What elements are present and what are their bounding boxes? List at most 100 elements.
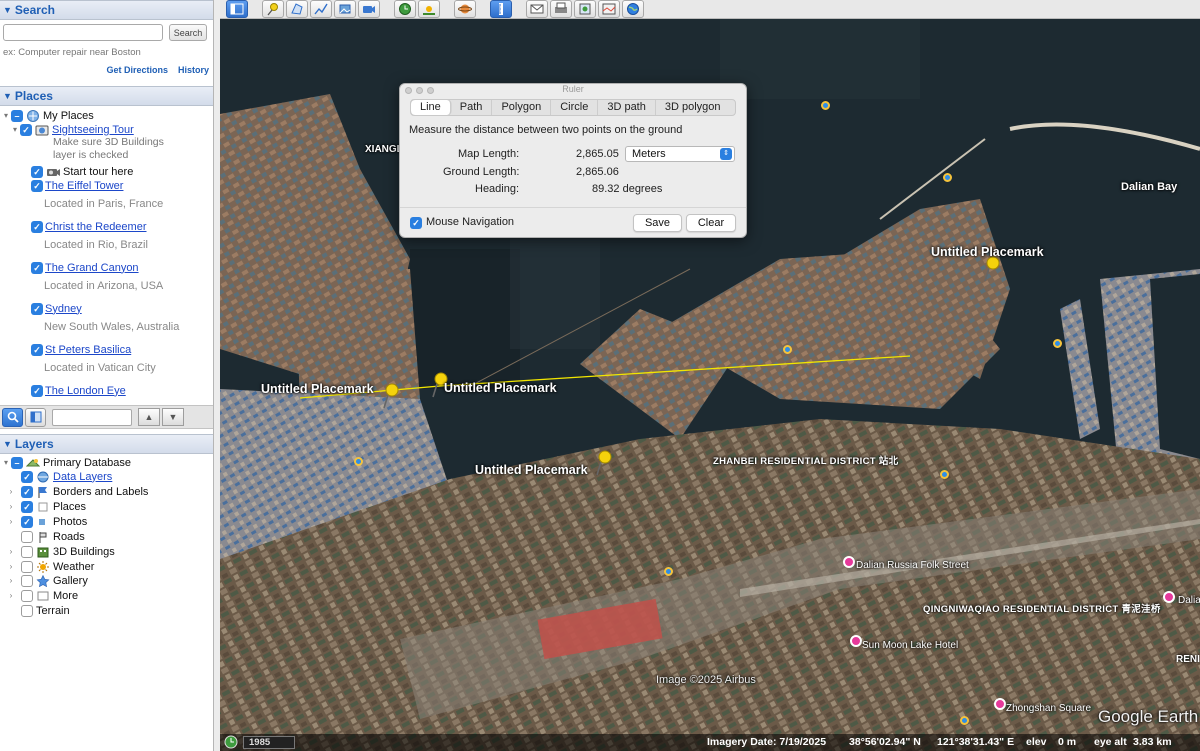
- collapse-triangle-icon[interactable]: ▼: [3, 439, 12, 449]
- tab-circle[interactable]: Circle: [551, 100, 599, 115]
- search-button[interactable]: Search: [169, 24, 207, 41]
- unit-select[interactable]: Meters ⇕: [625, 146, 735, 162]
- layer-row-primary-database[interactable]: ▾ – Primary Database: [1, 455, 131, 470]
- place-marker-icon[interactable]: [1053, 339, 1062, 348]
- place-item-sydney[interactable]: ✓ Sydney: [31, 301, 82, 316]
- place-checkbox[interactable]: ✓: [31, 384, 43, 397]
- map-viewport[interactable]: Untitled Placemark Untitled Placemark Un…: [220, 19, 1200, 751]
- layer-checkbox[interactable]: [21, 604, 33, 617]
- tab-polygon[interactable]: Polygon: [492, 100, 552, 115]
- poi-marker-icon[interactable]: [843, 556, 855, 568]
- disclosure-closed-icon[interactable]: ›: [6, 487, 16, 496]
- layer-checkbox[interactable]: [21, 545, 33, 558]
- place-checkbox[interactable]: ✓: [31, 261, 43, 274]
- tab-path[interactable]: Path: [451, 100, 493, 115]
- layer-row-photos[interactable]: › ✓ Photos: [6, 514, 87, 529]
- placemark-pin-icon[interactable]: [595, 450, 613, 476]
- my-places-row[interactable]: ▾ – My Places: [1, 108, 94, 123]
- add-image-overlay-button[interactable]: [334, 0, 356, 18]
- disclosure-closed-icon[interactable]: ›: [6, 547, 16, 556]
- placemark-pin-icon[interactable]: [382, 383, 400, 409]
- layer-row-gallery[interactable]: › Gallery: [6, 573, 88, 588]
- move-down-button[interactable]: ▼: [162, 408, 184, 426]
- my-places-checkbox[interactable]: –: [11, 109, 23, 122]
- places-filter-input[interactable]: [52, 408, 132, 426]
- place-link[interactable]: St Peters Basilica: [45, 344, 131, 356]
- move-up-button[interactable]: ▲: [138, 408, 160, 426]
- place-checkbox[interactable]: ✓: [31, 343, 43, 356]
- search-input[interactable]: [3, 24, 163, 41]
- zoom-window-button[interactable]: [427, 87, 434, 94]
- place-checkbox[interactable]: ✓: [31, 220, 43, 233]
- layer-row-roads[interactable]: Roads: [21, 529, 85, 544]
- place-marker-icon[interactable]: [821, 101, 830, 110]
- place-item-st-peters-basilica[interactable]: ✓ St Peters Basilica: [31, 342, 131, 357]
- layer-row-weather[interactable]: › Weather: [6, 559, 94, 574]
- layer-row-borders-and-labels[interactable]: › ✓ Borders and Labels: [6, 484, 148, 499]
- layer-row-3d-buildings[interactable]: › 3D Buildings: [6, 544, 115, 559]
- history-link[interactable]: History: [178, 65, 209, 75]
- place-checkbox[interactable]: ✓: [31, 179, 43, 192]
- save-image-button[interactable]: [574, 0, 596, 18]
- add-polygon-button[interactable]: [286, 0, 308, 18]
- layers-panel-header[interactable]: ▼ Layers: [0, 434, 213, 454]
- record-tour-button[interactable]: [358, 0, 380, 18]
- historical-clock-icon[interactable]: [224, 735, 238, 751]
- disclosure-closed-icon[interactable]: ›: [6, 517, 16, 526]
- clear-button[interactable]: Clear: [686, 214, 736, 232]
- tab-3d-polygon[interactable]: 3D polygon: [656, 100, 730, 115]
- placemark-label[interactable]: Untitled Placemark: [475, 463, 588, 477]
- layer-label[interactable]: Data Layers: [53, 471, 112, 483]
- layer-checkbox[interactable]: ✓: [21, 485, 33, 498]
- poi-marker-icon[interactable]: [994, 698, 1006, 710]
- placemark-label[interactable]: Untitled Placemark: [444, 381, 557, 395]
- place-marker-icon[interactable]: [960, 716, 969, 725]
- ruler-titlebar[interactable]: Ruler: [400, 84, 746, 97]
- mouse-navigation-checkbox[interactable]: ✓: [410, 217, 422, 229]
- search-panel-header[interactable]: ▼ Search: [0, 0, 213, 20]
- place-item-grand-canyon[interactable]: ✓ The Grand Canyon: [31, 260, 139, 275]
- place-marker-icon[interactable]: [354, 457, 363, 466]
- place-checkbox[interactable]: ✓: [31, 302, 43, 315]
- earth-view-button[interactable]: [622, 0, 644, 18]
- sightseeing-tour-row[interactable]: ▾ ✓ Sightseeing Tour: [10, 122, 134, 137]
- switch-planet-button[interactable]: [454, 0, 476, 18]
- view-in-maps-button[interactable]: [598, 0, 620, 18]
- layer-checkbox[interactable]: [21, 560, 33, 573]
- disclosure-closed-icon[interactable]: ›: [6, 502, 16, 511]
- placemark-pin-icon[interactable]: [983, 256, 1001, 282]
- tab-line[interactable]: Line: [411, 100, 451, 115]
- toggle-panel-button[interactable]: [25, 407, 46, 427]
- sightseeing-tour-link[interactable]: Sightseeing Tour: [52, 124, 134, 136]
- layer-checkbox[interactable]: ✓: [21, 500, 33, 513]
- place-link[interactable]: The London Eye: [45, 385, 126, 397]
- disclosure-open-icon[interactable]: ▾: [10, 125, 20, 134]
- poi-marker-icon[interactable]: [850, 635, 862, 647]
- disclosure-closed-icon[interactable]: ›: [6, 576, 16, 585]
- place-marker-icon[interactable]: [943, 173, 952, 182]
- search-places-button[interactable]: [2, 407, 23, 427]
- save-button[interactable]: Save: [633, 214, 682, 232]
- ruler-button[interactable]: [490, 0, 512, 18]
- layer-checkbox[interactable]: [21, 530, 33, 543]
- disclosure-closed-icon[interactable]: ›: [6, 562, 16, 571]
- place-marker-icon[interactable]: [783, 345, 792, 354]
- places-panel-header[interactable]: ▼ Places: [0, 86, 213, 106]
- layer-checkbox[interactable]: [21, 574, 33, 587]
- print-button[interactable]: [550, 0, 572, 18]
- place-item-london-eye[interactable]: ✓ The London Eye: [31, 383, 126, 398]
- place-marker-icon[interactable]: [664, 567, 673, 576]
- historical-year-field[interactable]: 1985: [243, 736, 295, 749]
- layer-checkbox[interactable]: [21, 589, 33, 602]
- disclosure-open-icon[interactable]: ▾: [1, 458, 11, 467]
- add-path-button[interactable]: [310, 0, 332, 18]
- disclosure-closed-icon[interactable]: ›: [6, 591, 16, 600]
- minimize-window-button[interactable]: [416, 87, 423, 94]
- sightseeing-tour-checkbox[interactable]: ✓: [20, 123, 32, 136]
- sunlight-button[interactable]: [418, 0, 440, 18]
- tab-3d-path[interactable]: 3D path: [598, 100, 656, 115]
- placemark-label[interactable]: Untitled Placemark: [931, 245, 1044, 259]
- place-link[interactable]: Sydney: [45, 303, 82, 315]
- layer-checkbox[interactable]: ✓: [21, 470, 33, 483]
- collapse-triangle-icon[interactable]: ▼: [3, 91, 12, 101]
